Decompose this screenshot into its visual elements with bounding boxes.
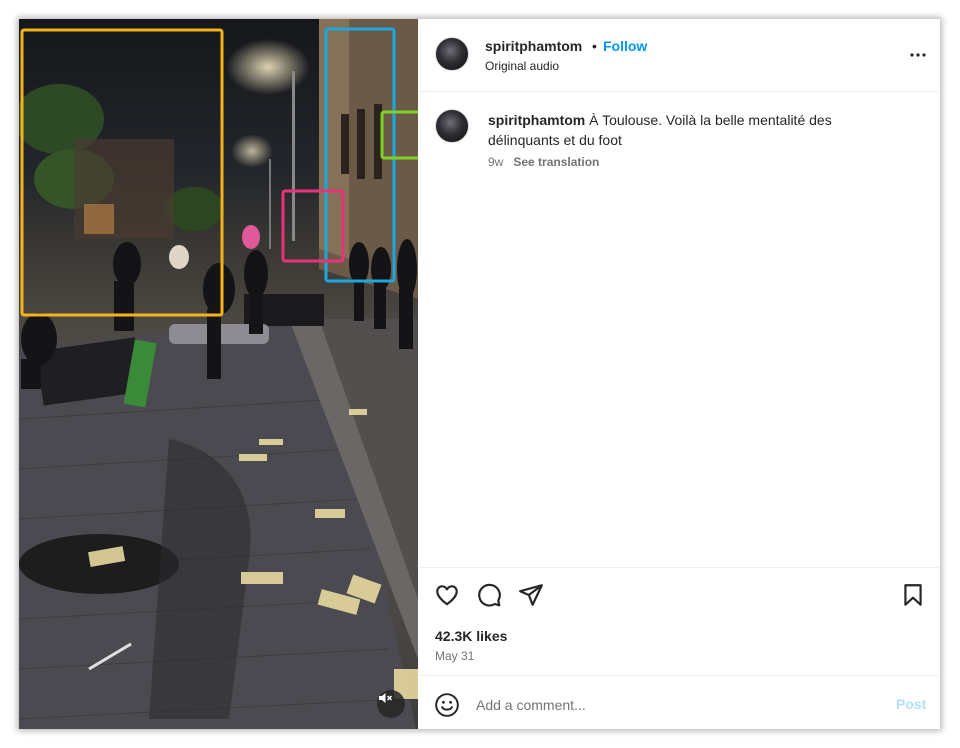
post-comment-button[interactable]: Post (896, 696, 926, 712)
emoji-icon[interactable] (434, 692, 460, 718)
mute-toggle-button[interactable] (377, 690, 405, 718)
caption-text: spiritphamtom À Toulouse. Voilà la belle… (488, 110, 868, 150)
muted-speaker-icon (379, 693, 393, 703)
author-username[interactable]: spiritphamtom (485, 38, 582, 54)
post-detail-panel: spiritphamtom • Follow Original audio sp… (418, 19, 940, 729)
more-horizontal-icon[interactable] (906, 43, 930, 67)
heart-icon[interactable] (434, 582, 460, 608)
post-date: May 31 (435, 649, 475, 663)
likes-count[interactable]: 42.3K likes (435, 628, 507, 644)
caption-meta: 9w See translation (488, 155, 599, 169)
post-video[interactable] (19, 19, 418, 729)
bookmark-icon[interactable] (900, 582, 926, 608)
share-icon[interactable] (518, 582, 544, 608)
comment-input[interactable] (476, 692, 856, 718)
comment-icon[interactable] (476, 582, 502, 608)
caption-author-avatar[interactable] (435, 109, 469, 143)
separator-dot: • (592, 38, 597, 54)
audio-link[interactable]: Original audio (485, 59, 559, 73)
comment-box: Post (418, 675, 940, 729)
post-age[interactable]: 9w (488, 155, 503, 169)
follow-button[interactable]: Follow (603, 38, 647, 54)
author-avatar[interactable] (435, 37, 469, 71)
see-translation-button[interactable]: See translation (513, 155, 599, 169)
street-scene-image (19, 19, 418, 729)
instagram-post-card: spiritphamtom • Follow Original audio sp… (19, 19, 940, 729)
caption-username[interactable]: spiritphamtom (488, 112, 585, 128)
post-header: spiritphamtom • Follow Original audio (418, 19, 940, 92)
